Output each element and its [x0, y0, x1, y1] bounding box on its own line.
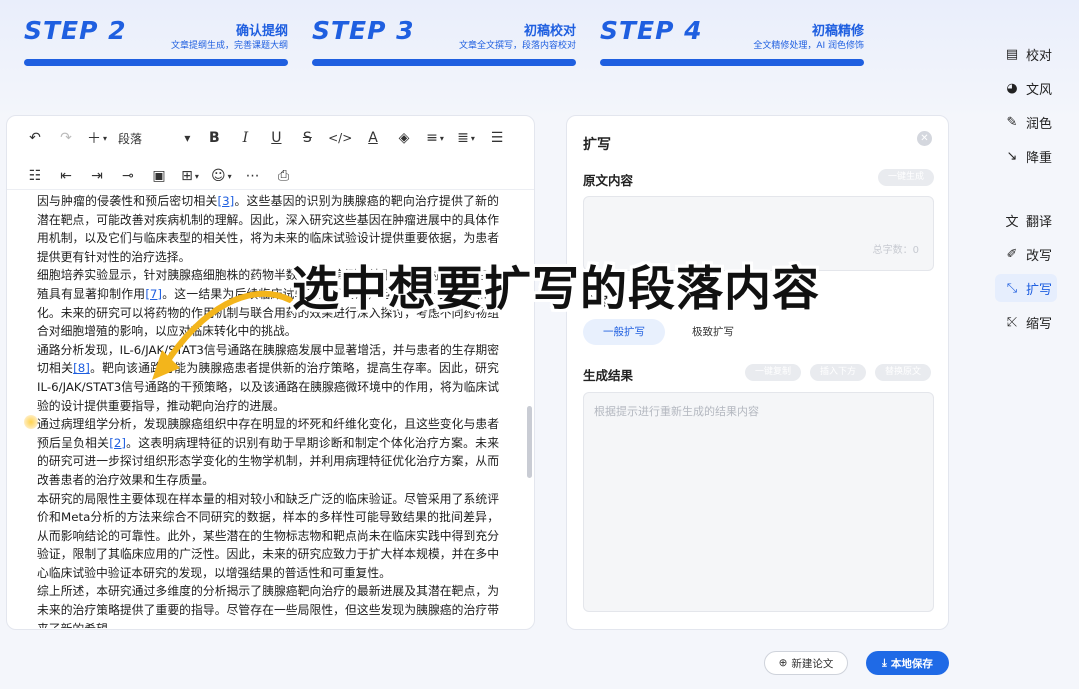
- sidebar-item-label: 扩写: [1026, 282, 1053, 298]
- paragraph-style-select[interactable]: 段落 ▾: [118, 130, 190, 147]
- italic-icon[interactable]: I: [235, 128, 255, 148]
- paragraph-text: 因与肿瘤的侵袭性和预后密切相关: [37, 194, 218, 208]
- step-2-title: 确认提纲: [235, 24, 288, 39]
- step-2-subtitle: 文章提纲生成，完善课题大纲: [170, 41, 288, 51]
- panel-title: 扩写: [583, 137, 611, 153]
- paragraph-select-value: 段落: [118, 131, 143, 146]
- insert-plus-icon[interactable]: ＋ ▾: [87, 128, 107, 148]
- outdent-icon[interactable]: ⇤: [56, 166, 76, 186]
- original-content-label: 原文内容: [583, 173, 634, 188]
- editor-paragraph[interactable]: 通过病理组学分析，发现胰腺癌组织中存在明显的坏死和纤维化变化，且这些变化与患者预…: [37, 415, 499, 489]
- step-2-progress-bar: [24, 59, 288, 66]
- image-icon[interactable]: ▣: [149, 166, 169, 186]
- insert-below-button[interactable]: 插入下方: [810, 364, 867, 381]
- step-4-subtitle: 全文精修处理，AI 润色修饰: [753, 41, 864, 51]
- editor-paragraph[interactable]: 综上所述，本研究通过多维度的分析揭示了胰腺癌靶向治疗的最新进展及其潜在靶点，为未…: [37, 582, 499, 628]
- rewrite-icon: ✐: [1006, 246, 1018, 262]
- step-4-card[interactable]: STEP 4 初稿精修 全文精修处理，AI 润色修饰: [600, 14, 864, 70]
- new-paper-label: 新建论文: [791, 657, 834, 670]
- plus-circle-icon: ⊕: [778, 657, 788, 669]
- highlight-icon[interactable]: ◈: [394, 128, 414, 148]
- tab-extreme-expand[interactable]: 极致扩写: [672, 319, 754, 345]
- copy-button[interactable]: 一键复制: [745, 364, 802, 381]
- bold-icon[interactable]: B: [204, 128, 224, 148]
- sidebar-item-expand[interactable]: ⤡ 扩写: [995, 274, 1057, 302]
- cursor-indicator: [24, 415, 38, 429]
- step-3-label: STEP 3: [312, 16, 415, 45]
- line-height-icon[interactable]: ≣ ▾: [456, 128, 476, 148]
- shrink-icon: ⤪: [1006, 314, 1018, 330]
- editor-paragraph[interactable]: 本研究的局限性主要体现在样本量的相对较小和缺乏广泛的临床验证。尽管采用了系统评价…: [37, 490, 499, 583]
- sidebar-item-label: 缩写: [1026, 316, 1053, 332]
- step-4-label: STEP 4: [600, 16, 703, 45]
- undo-icon[interactable]: ↶: [25, 128, 45, 148]
- sidebar-item-reduce-chart[interactable]: ↘ 降重: [995, 142, 1057, 170]
- code-icon[interactable]: </>: [328, 128, 352, 148]
- sidebar-item-rewrite[interactable]: ✐ 改写: [995, 240, 1057, 268]
- editor-scrollbar[interactable]: [527, 406, 532, 478]
- paragraph-text: 综上所述，本研究通过多维度的分析揭示了胰腺癌靶向治疗的最新进展及其潜在靶点，为未…: [37, 584, 499, 628]
- sidebar-item-polish-wand[interactable]: ✎ 润色: [995, 108, 1057, 136]
- result-label: 生成结果: [583, 368, 634, 383]
- step-2-label: STEP 2: [24, 16, 127, 45]
- editor-toolbar: ↶ ↷ ＋ ▾ 段落 ▾ B I U S </> A ◈ ≡ ▾ ≣ ▾ ☰ ☷ ⇤ ⇥…: [7, 116, 534, 190]
- paragraph-text: 本研究的局限性主要体现在样本量的相对较小和缺乏广泛的临床验证。尽管采用了系统评价…: [37, 491, 499, 580]
- step-3-title: 初稿校对: [523, 24, 576, 39]
- sidebar-item-label: 降重: [1026, 150, 1053, 166]
- step-3-subtitle: 文章全文撰写，段落内容校对: [458, 41, 576, 51]
- polish-wand-icon: ✎: [1006, 114, 1018, 130]
- generate-button[interactable]: 一键生成: [878, 169, 935, 186]
- font-color-icon[interactable]: A: [363, 128, 383, 148]
- export-icon[interactable]: ⎙: [274, 166, 294, 186]
- bullet-list-icon[interactable]: ☰: [487, 128, 507, 148]
- word-count: 总字数：0: [872, 245, 919, 256]
- sidebar-item-palette[interactable]: ◕ 文风: [995, 74, 1057, 102]
- save-local-button[interactable]: ⤓ 本地保存: [866, 651, 949, 675]
- indent-icon[interactable]: ⇥: [87, 166, 107, 186]
- step-3-progress-bar: [312, 59, 576, 66]
- numbered-list-icon[interactable]: ☷: [25, 166, 45, 186]
- sidebar-item-label: 翻译: [1026, 214, 1053, 230]
- expand-panel: 扩写 ✕ 原文内容 一键生成 总字数：0 扩写 一般扩写 极致扩写 生成结果 一…: [566, 115, 949, 630]
- citation-link[interactable]: [8]: [73, 361, 90, 375]
- result-placeholder: 根据提示进行重新生成的结果内容: [594, 405, 759, 418]
- palette-icon: ◕: [1006, 80, 1018, 96]
- overlay-caption: 选中想要扩写的段落内容: [292, 262, 820, 317]
- underline-icon[interactable]: U: [266, 128, 286, 148]
- align-icon[interactable]: ≡ ▾: [425, 128, 445, 148]
- step-3-card[interactable]: STEP 3 初稿校对 文章全文撰写，段落内容校对: [312, 14, 576, 70]
- emoji-icon[interactable]: ☺ ▾: [211, 166, 232, 186]
- sidebar-item-proofread[interactable]: ▤ 校对: [995, 40, 1057, 68]
- download-icon: ⤓: [882, 656, 887, 669]
- proofread-icon: ▤: [1005, 46, 1019, 62]
- link-icon[interactable]: ⊸: [118, 166, 138, 186]
- chevron-down-icon: ▾: [184, 131, 191, 145]
- citation-link[interactable]: [3]: [218, 194, 235, 208]
- new-paper-button[interactable]: ⊕ 新建论文: [764, 651, 848, 675]
- step-4-progress-bar: [600, 59, 864, 66]
- result-output[interactable]: 根据提示进行重新生成的结果内容: [583, 392, 934, 612]
- step-2-card[interactable]: STEP 2 确认提纲 文章提纲生成，完善课题大纲: [24, 14, 288, 70]
- sidebar-item-label: 校对: [1026, 48, 1053, 64]
- sidebar-item-shrink[interactable]: ⤪ 缩写: [995, 308, 1057, 336]
- step-4-title: 初稿精修: [811, 24, 864, 39]
- replace-original-button[interactable]: 替换原文: [875, 364, 932, 381]
- sidebar-item-label: 润色: [1026, 116, 1053, 132]
- sidebar-item-translate[interactable]: 文翻译: [995, 206, 1057, 234]
- save-local-label: 本地保存: [890, 657, 933, 670]
- translate-icon: 文: [1005, 214, 1019, 230]
- more-icon[interactable]: ⋯: [243, 166, 263, 186]
- table-icon[interactable]: ⊞ ▾: [180, 166, 200, 186]
- sidebar-item-label: 文风: [1026, 82, 1053, 98]
- strikethrough-icon[interactable]: S: [297, 128, 317, 148]
- sidebar-item-label: 改写: [1026, 248, 1053, 264]
- tab-normal-expand[interactable]: 一般扩写: [583, 319, 665, 345]
- reduce-chart-icon: ↘: [1006, 148, 1018, 164]
- citation-link[interactable]: [2]: [109, 436, 126, 450]
- expand-icon: ⤡: [1006, 280, 1018, 296]
- redo-icon[interactable]: ↷: [56, 128, 76, 148]
- close-icon[interactable]: ✕: [917, 131, 932, 146]
